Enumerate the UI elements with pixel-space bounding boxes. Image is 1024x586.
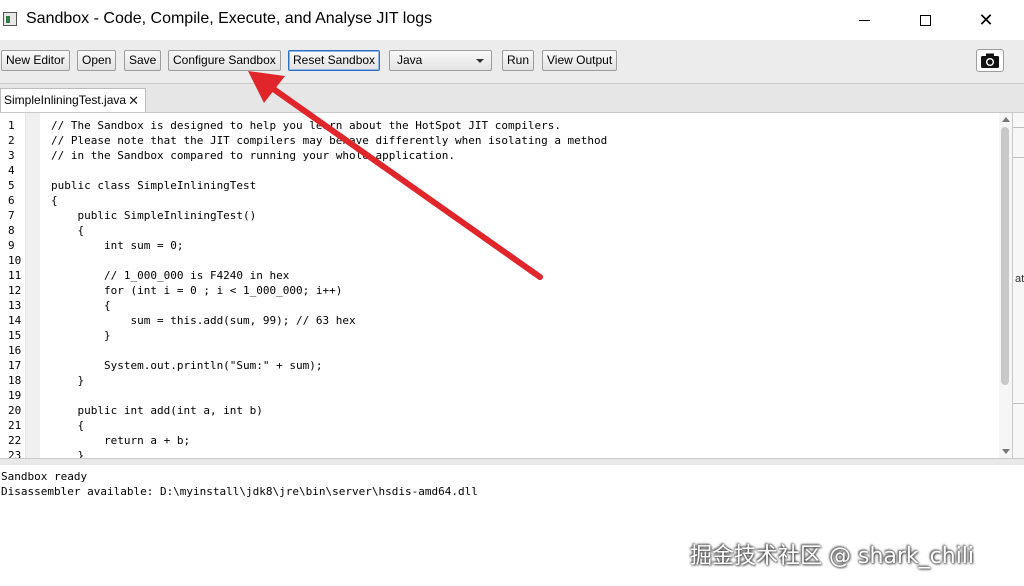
line-number: 7 <box>8 209 15 222</box>
configure-sandbox-button[interactable]: Configure Sandbox <box>168 50 281 71</box>
code-line[interactable]: for (int i = 0 ; i < 1_000_000; i++) <box>51 283 607 298</box>
console-line: Disassembler available: D:\myinstall\jdk… <box>1 485 478 498</box>
line-number: 18 <box>8 374 22 387</box>
code-line[interactable]: { <box>51 418 607 433</box>
new-editor-button[interactable]: New Editor <box>1 50 70 71</box>
line-number: 19 <box>8 389 22 402</box>
line-number-gutter: 1 2 3 4 5 6 7 8 9 10 11 12 13 14 15 16 17 18 19 20 21 22 23 <box>0 113 40 458</box>
snapshot-button[interactable] <box>976 49 1004 72</box>
line-number: 22 <box>8 434 22 447</box>
code-line[interactable]: { <box>51 193 607 208</box>
close-icon[interactable]: ✕ <box>128 89 139 112</box>
line-number: 1 <box>8 119 15 132</box>
window-title: Sandbox - Code, Compile, Execute, and An… <box>26 10 433 27</box>
line-number: 15 <box>8 329 22 342</box>
language-select-value: Java <box>397 53 423 67</box>
divider <box>1013 157 1024 158</box>
line-number: 5 <box>8 179 15 192</box>
line-numbers: 1 2 3 4 5 6 7 8 9 10 11 12 13 14 15 16 17 18 19 20 21 22 23 <box>8 118 21 458</box>
line-number: 2 <box>8 134 15 147</box>
line-number: 14 <box>8 314 22 327</box>
line-number: 21 <box>8 419 22 432</box>
line-number: 13 <box>8 299 22 312</box>
code-line[interactable]: } <box>51 448 607 458</box>
line-number: 23 <box>8 449 22 458</box>
code-line[interactable]: // in the Sandbox compared to running yo… <box>51 148 607 163</box>
divider <box>1013 403 1024 404</box>
scrollbar-thumb[interactable] <box>1001 127 1009 385</box>
code-line[interactable] <box>51 163 607 178</box>
line-number: 8 <box>8 224 15 237</box>
code-line[interactable]: // 1_000_000 is F4240 in hex <box>51 268 607 283</box>
code-editor[interactable]: 1 2 3 4 5 6 7 8 9 10 11 12 13 14 15 16 17 18 19 20 21 22 23 //… <box>0 113 1013 458</box>
background-window-text: at <box>1015 273 1024 285</box>
code-line[interactable]: } <box>51 328 607 343</box>
gutter-margin <box>25 113 40 458</box>
run-button[interactable]: Run <box>502 50 535 71</box>
line-number: 6 <box>8 194 15 207</box>
line-number: 11 <box>8 269 22 282</box>
chevron-down-icon <box>476 59 484 63</box>
watermark: 掘金技术社区 @ shark_chili <box>690 544 975 569</box>
code-line[interactable]: { <box>51 223 607 238</box>
line-number: 16 <box>8 344 22 357</box>
code-line[interactable]: return a + b; <box>51 433 607 448</box>
camera-icon <box>981 53 999 68</box>
scroll-up-icon[interactable] <box>1002 117 1010 122</box>
code-line[interactable] <box>51 343 607 358</box>
line-number: 12 <box>8 284 22 297</box>
minimize-icon <box>858 19 870 21</box>
code-line[interactable]: public SimpleInliningTest() <box>51 208 607 223</box>
background-window-edge: at <box>1013 113 1024 458</box>
tab-simpleinliningtest[interactable]: SimpleInliningTest.java ✕ <box>0 88 146 112</box>
code-line[interactable]: sum = this.add(sum, 99); // 63 hex <box>51 313 607 328</box>
console-line: Sandbox ready <box>1 470 88 483</box>
scroll-down-icon[interactable] <box>1002 449 1010 454</box>
code-line[interactable]: int sum = 0; <box>51 238 607 253</box>
line-number: 4 <box>8 164 15 177</box>
open-button[interactable]: Open <box>77 50 117 71</box>
code-line[interactable]: public class SimpleInliningTest <box>51 178 607 193</box>
minimize-button[interactable] <box>834 0 894 40</box>
code-line[interactable]: public int add(int a, int b) <box>51 403 607 418</box>
code-line[interactable]: // Please note that the JIT compilers ma… <box>51 133 607 148</box>
save-button[interactable]: Save <box>124 50 162 71</box>
close-icon: ✕ <box>978 9 994 30</box>
editor-vertical-scrollbar[interactable] <box>999 113 1012 458</box>
code-line[interactable]: // The Sandbox is designed to help you l… <box>51 118 607 133</box>
reset-sandbox-button[interactable]: Reset Sandbox <box>288 50 381 71</box>
line-number: 3 <box>8 149 15 162</box>
toolbar: New Editor Open Save Configure Sandbox R… <box>0 40 1024 84</box>
code-line[interactable] <box>51 253 607 268</box>
code-line[interactable] <box>51 388 607 403</box>
line-number: 10 <box>8 254 22 267</box>
code-text[interactable]: // The Sandbox is designed to help you l… <box>51 118 607 458</box>
line-number: 20 <box>8 404 22 417</box>
code-line[interactable]: } <box>51 373 607 388</box>
app-icon <box>3 12 17 26</box>
code-line[interactable]: System.out.println("Sum:" + sum); <box>51 358 607 373</box>
divider <box>1013 127 1024 128</box>
language-select[interactable]: Java <box>389 50 492 71</box>
maximize-button[interactable] <box>895 0 955 40</box>
tab-label: SimpleInliningTest.java <box>4 93 127 107</box>
editor-tab-bar: SimpleInliningTest.java ✕ <box>0 84 1024 113</box>
title-bar: Sandbox - Code, Compile, Execute, and An… <box>0 0 1024 40</box>
view-output-button[interactable]: View Output <box>542 50 618 71</box>
line-number: 9 <box>8 239 15 252</box>
close-button[interactable]: ✕ <box>956 0 1016 40</box>
line-number: 17 <box>8 359 22 372</box>
code-line[interactable]: { <box>51 298 607 313</box>
maximize-icon <box>919 14 931 26</box>
